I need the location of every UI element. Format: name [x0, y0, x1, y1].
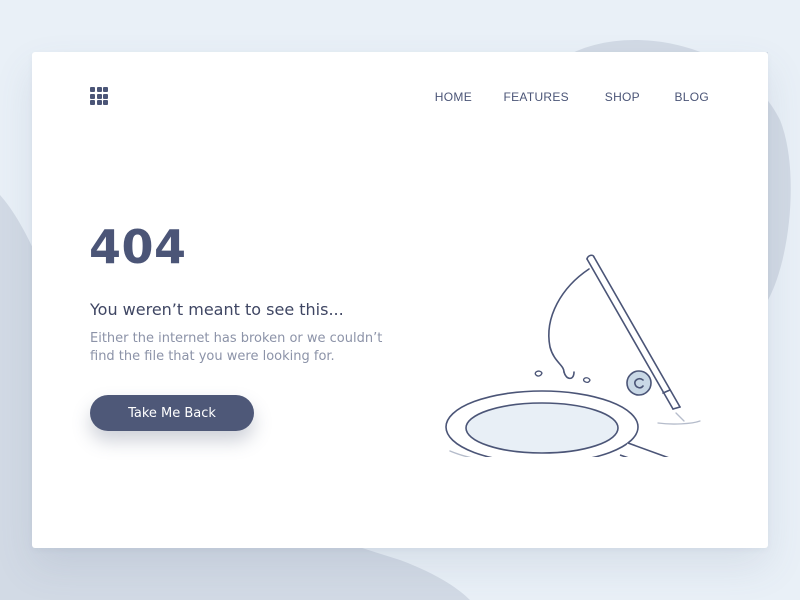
- apps-grid-icon[interactable]: [90, 87, 108, 105]
- nav-item-home[interactable]: HOME: [435, 89, 472, 105]
- fishing-rod-net-illustration: [445, 254, 701, 457]
- take-me-back-button[interactable]: Take Me Back: [90, 395, 254, 431]
- nav-item-shop[interactable]: SHOP: [605, 89, 640, 105]
- error-code: 404: [89, 220, 187, 274]
- nav-item-features[interactable]: FEATURES: [503, 89, 569, 105]
- error-description: Either the internet has broken or we cou…: [90, 331, 383, 364]
- error-card: HOME FEATURES SHOP BLOG 404 You weren’t …: [32, 52, 768, 548]
- nav-item-blog[interactable]: BLOG: [674, 89, 709, 105]
- error-headline: You weren’t meant to see this...: [90, 300, 344, 319]
